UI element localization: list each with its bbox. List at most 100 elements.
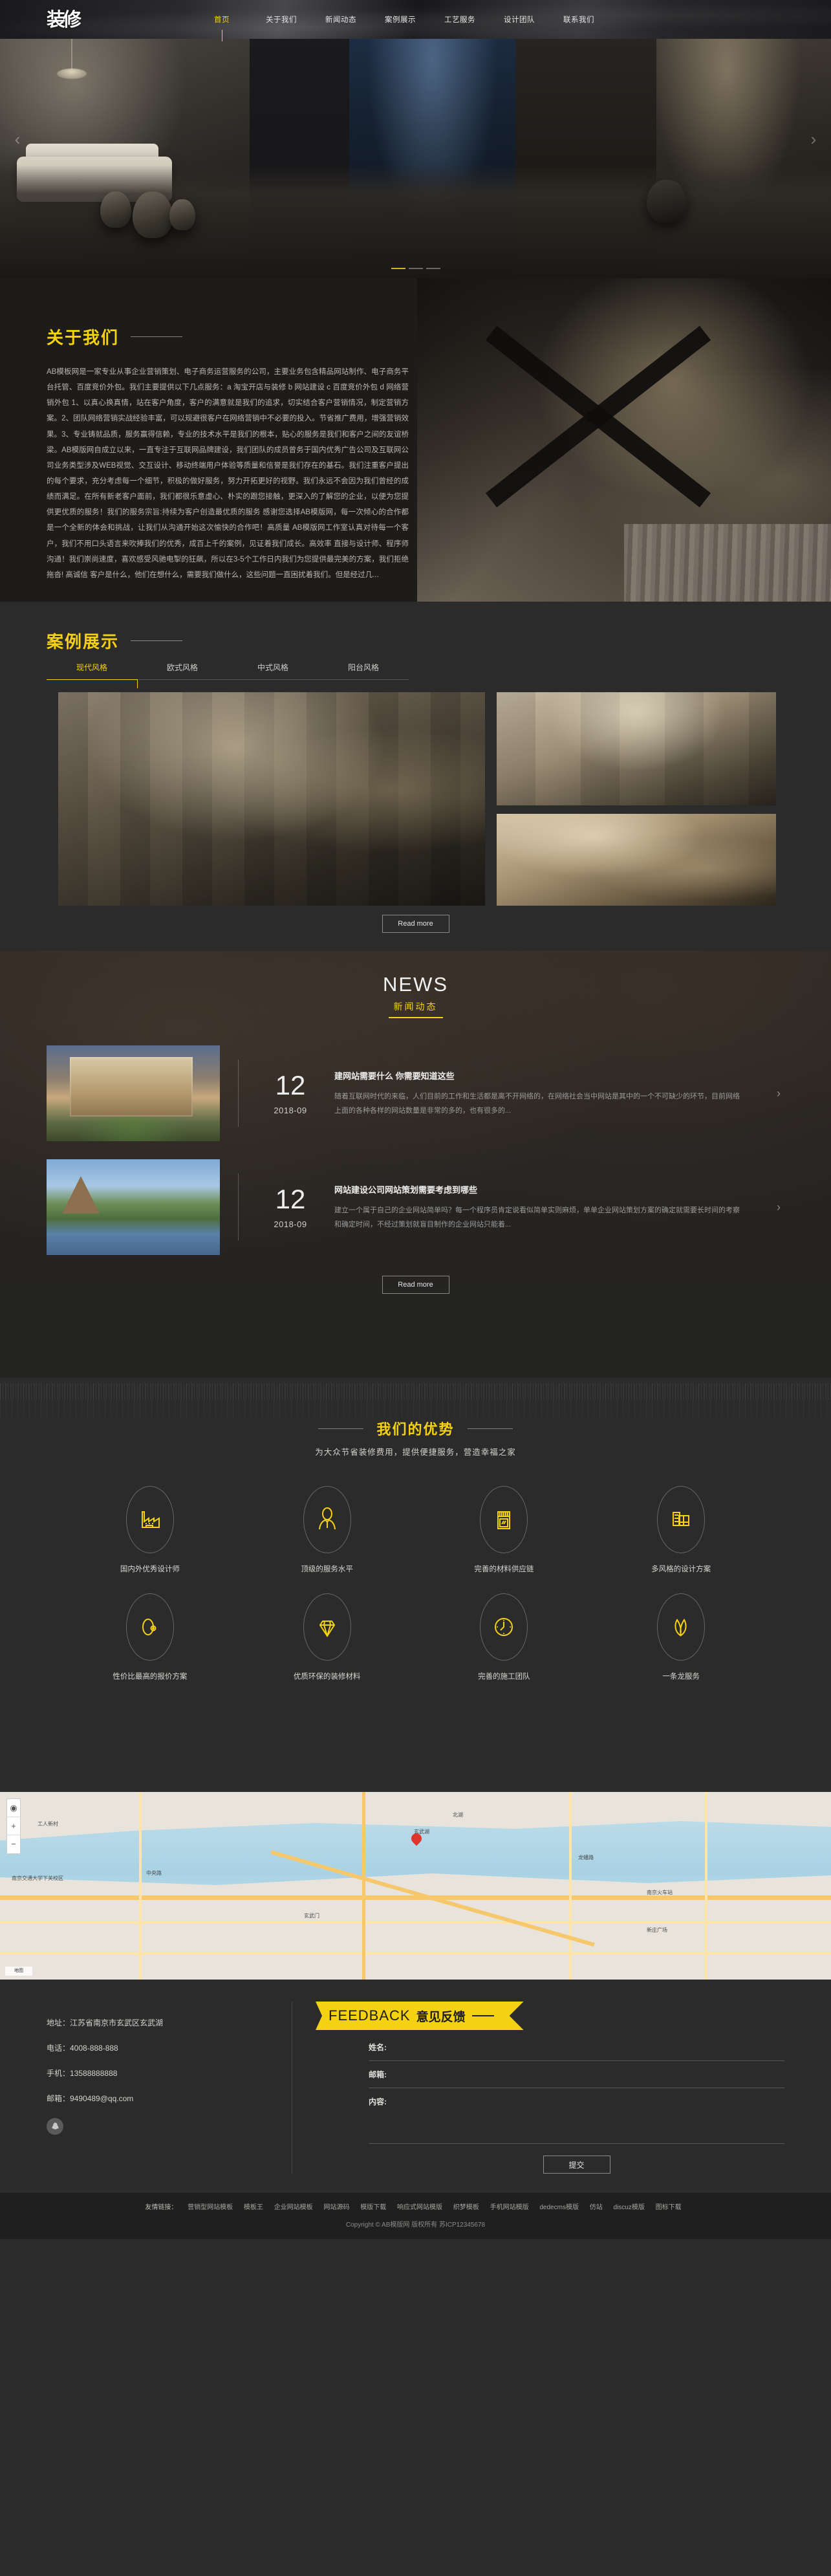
feedback-content-label: 内容: xyxy=(369,2097,387,2106)
friend-link[interactable]: 手机网站模版 xyxy=(490,2204,529,2211)
map-label: 中央路 xyxy=(146,1870,162,1876)
qq-penguin-icon[interactable] xyxy=(47,2118,63,2135)
feedback-ribbon: FEEDBACK 意见反馈 xyxy=(316,2002,524,2030)
friend-link[interactable]: 模板王 xyxy=(244,2204,263,2211)
feedback-email-input[interactable] xyxy=(400,2066,784,2083)
cases-read-more-button[interactable]: Read more xyxy=(382,915,449,933)
news-thumbnail[interactable] xyxy=(47,1159,220,1255)
news-heading: NEWS 新闻动态 xyxy=(0,951,831,1018)
news-item-title[interactable]: 网站建设公司网站策划需要考虑到哪些 xyxy=(334,1183,746,1195)
news-title-en: NEWS xyxy=(383,973,448,996)
map-label: 龙蟠路 xyxy=(578,1855,594,1861)
nav-item-news[interactable]: 新闻动态 xyxy=(311,0,371,39)
cases-tab-chinese[interactable]: 中式风格 xyxy=(228,662,318,679)
news-item-arrow-icon[interactable]: › xyxy=(777,1087,781,1100)
advantage-item[interactable]: 多风格的设计方案 xyxy=(592,1486,770,1574)
advantage-label: 一条龙服务 xyxy=(662,1673,700,1681)
friend-link[interactable]: dedecms模版 xyxy=(539,2204,579,2211)
map-compass-icon[interactable]: ◉ xyxy=(7,1799,20,1817)
friend-links: 友情链接： 营销型网站模板 模板王 企业网站模板 网站源码 模版下载 响应式网站… xyxy=(0,2201,831,2211)
map-section[interactable]: ◉ + − 玄武湖 北湖 工人新村 南京交通大学下关校区 南京火车站 玄武门 新… xyxy=(0,1792,831,1980)
news-section: NEWS 新闻动态 12 2018-09 建网站需要什么 你需要知道这些 随着互… xyxy=(0,951,831,1378)
advantage-icon-frame xyxy=(480,1593,528,1661)
advantage-item[interactable]: 顶级的服务水平 xyxy=(239,1486,416,1574)
nav-item-about[interactable]: 关于我们 xyxy=(252,0,311,39)
advantage-label: 多风格的设计方案 xyxy=(651,1566,711,1573)
nav-item-services[interactable]: 工艺服务 xyxy=(430,0,490,39)
swatch-icon xyxy=(673,1512,690,1526)
hero-dot-2[interactable] xyxy=(408,268,423,269)
map-road-v1 xyxy=(139,1792,142,1980)
news-month: 2018-09 xyxy=(274,1219,307,1229)
main-nav: 首页 关于我们 新闻动态 案例展示 工艺服务 设计团队 联系我们 xyxy=(192,0,609,41)
cases-heading: 案例展示 xyxy=(47,629,831,653)
map-location-pin[interactable] xyxy=(411,1833,422,1848)
news-item-arrow-icon[interactable]: › xyxy=(777,1201,781,1214)
advantages-subtitle: 为大众节省装修费用，提供便捷服务，营造幸福之家 xyxy=(315,1448,516,1457)
advantage-icon-frame xyxy=(303,1486,351,1553)
hero-dot-1[interactable] xyxy=(391,268,405,269)
friend-link[interactable]: 仿站 xyxy=(590,2204,603,2211)
advantage-item[interactable]: 优质环保的装修材料 xyxy=(239,1593,416,1681)
news-date: 12 2018-09 xyxy=(261,1071,320,1115)
friend-link[interactable]: 织梦模板 xyxy=(453,2204,479,2211)
qq-glyph xyxy=(52,2122,58,2129)
news-read-more-button[interactable]: Read more xyxy=(382,1276,449,1294)
map-zoom-controls[interactable]: ◉ + − xyxy=(6,1798,21,1854)
nav-item-team[interactable]: 设计团队 xyxy=(490,0,549,39)
feedback-submit-button[interactable]: 提交 xyxy=(543,2156,610,2174)
friend-link[interactable]: 网站源码 xyxy=(323,2204,349,2211)
case-image-bottom-right[interactable] xyxy=(497,814,776,906)
nav-item-home[interactable]: 首页 xyxy=(192,0,252,41)
map-zoom-out-button[interactable]: − xyxy=(7,1835,20,1853)
nav-item-cases[interactable]: 案例展示 xyxy=(371,0,430,39)
feedback-content-row: 内容: xyxy=(369,2088,784,2144)
cases-title: 案例展示 xyxy=(47,633,120,652)
advantage-item[interactable]: 一条龙服务 xyxy=(592,1593,770,1681)
hero-next-arrow[interactable]: › xyxy=(805,129,822,149)
footer-mobile: 手机：13588888888 xyxy=(47,2069,118,2078)
friend-link[interactable]: discuz模版 xyxy=(614,2204,645,2211)
map-road-v2 xyxy=(362,1792,365,1980)
feedback-name-label: 姓名: xyxy=(369,2043,387,2052)
news-item-summary: 建立一个属于自己的企业网站简单吗？每一个程序员肯定说看似简单实则麻烦，单单企业网… xyxy=(334,1206,740,1228)
ruler-decoration-short xyxy=(0,1383,831,1400)
news-thumbnail[interactable] xyxy=(47,1045,220,1141)
cases-tab-balcony[interactable]: 阳台风格 xyxy=(318,662,409,679)
cases-tab-european[interactable]: 欧式风格 xyxy=(137,662,228,679)
feedback-name-row: 姓名: xyxy=(369,2034,784,2061)
map-label: 北湖 xyxy=(453,1812,463,1818)
map-road-v4 xyxy=(705,1792,707,1980)
news-item[interactable]: 12 2018-09 建网站需要什么 你需要知道这些 随着互联网时代的来临，人们… xyxy=(47,1036,784,1150)
news-month: 2018-09 xyxy=(274,1105,307,1115)
hero-lamp-cord xyxy=(71,36,72,70)
advantage-icon-frame xyxy=(125,1486,174,1553)
advantage-item[interactable]: 完善的施工团队 xyxy=(416,1593,593,1681)
hero-dot-3[interactable] xyxy=(426,268,440,269)
hero-vase-4 xyxy=(647,180,687,223)
advantage-item[interactable]: 国内外优秀设计师 xyxy=(61,1486,239,1574)
case-image-main[interactable] xyxy=(58,692,485,906)
friend-link[interactable]: 企业网站模板 xyxy=(274,2204,313,2211)
friend-link[interactable]: 图标下载 xyxy=(656,2204,682,2211)
feedback-name-input[interactable] xyxy=(400,2038,784,2056)
site-logo[interactable]: 装修 xyxy=(47,10,81,29)
feedback-content-textarea[interactable] xyxy=(400,2096,784,2137)
advantage-item[interactable]: 性价比最高的报价方案 xyxy=(61,1593,239,1681)
advantage-item[interactable]: 完善的材料供应链 xyxy=(416,1486,593,1574)
friend-link[interactable]: 营销型网站模板 xyxy=(188,2204,233,2211)
advantages-grid: 国内外优秀设计师 顶级的服务水平 完善的材料供应链 多风格的设计方案 性价比最高… xyxy=(0,1486,831,1701)
advantage-icon-frame xyxy=(303,1593,351,1661)
friend-link[interactable]: 模版下载 xyxy=(360,2204,386,2211)
nav-item-contact[interactable]: 联系我们 xyxy=(549,0,609,39)
map-zoom-in-button[interactable]: + xyxy=(7,1817,20,1835)
map-label: 工人新村 xyxy=(38,1821,58,1827)
hero-prev-arrow[interactable]: ‹ xyxy=(9,129,26,149)
friend-link[interactable]: 响应式网站模版 xyxy=(397,2204,442,2211)
news-item-title[interactable]: 建网站需要什么 你需要知道这些 xyxy=(334,1069,746,1082)
case-image-top-right[interactable] xyxy=(497,692,776,805)
news-divider xyxy=(238,1060,239,1127)
cases-tab-modern[interactable]: 现代风格 xyxy=(47,662,137,679)
feedback-form: 姓名: 邮箱: 内容: 提交 xyxy=(322,2034,784,2174)
news-item[interactable]: 12 2018-09 网站建设公司网站策划需要考虑到哪些 建立一个属于自己的企业… xyxy=(47,1150,784,1264)
